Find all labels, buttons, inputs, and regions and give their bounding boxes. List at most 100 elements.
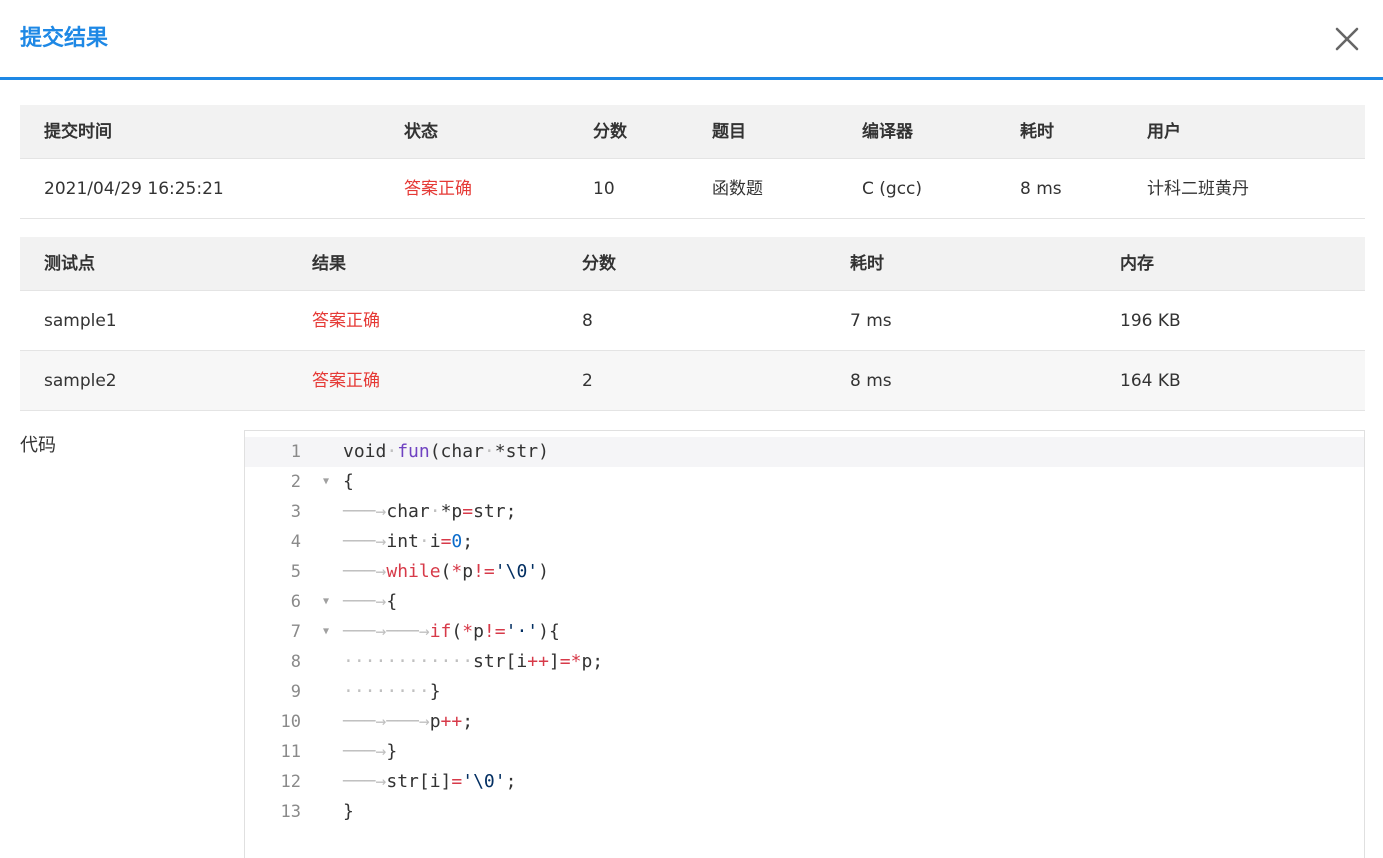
- summary-header-row: 提交时间 状态 分数 题目 编译器 耗时 用户: [20, 105, 1365, 159]
- code-token: '·': [505, 621, 539, 642]
- header-result: 结果: [312, 254, 346, 274]
- code-token: ;: [505, 771, 517, 792]
- code-editor[interactable]: 1 void·fun(char·*str) 2 ▼ {3 ───→char·*p=str;…: [244, 430, 1365, 858]
- test-point-name: sample2: [44, 371, 117, 391]
- code-text: ───→char·*p=str;: [343, 497, 516, 527]
- code-token: (char: [429, 441, 484, 462]
- dialog-title: 提交结果: [20, 26, 109, 51]
- fold-arrow-icon[interactable]: ▼: [321, 587, 331, 617]
- code-token: i: [429, 531, 441, 552]
- test-time: 8 ms: [850, 371, 892, 391]
- line-number: 11: [280, 742, 301, 762]
- test-score: 8: [582, 311, 593, 331]
- user-link[interactable]: 计科二班黄丹: [1147, 159, 1249, 219]
- code-line: 2 ▼ {: [245, 467, 1364, 497]
- whitespace-marker: ───→: [343, 501, 387, 522]
- code-text: ───→{: [343, 587, 397, 617]
- code-token: =: [462, 501, 474, 522]
- whitespace-marker: ───→───→: [343, 621, 430, 642]
- code-token: p: [473, 621, 484, 642]
- code-line: 10 ───→───→p++;: [245, 707, 1364, 737]
- whitespace-marker: ───→: [343, 591, 387, 612]
- code-token: str[i]: [386, 771, 452, 792]
- code-line: 13}: [245, 797, 1364, 827]
- test-score: 2: [582, 371, 593, 391]
- line-number: 13: [280, 802, 301, 822]
- fold-arrow-icon[interactable]: ▼: [321, 617, 331, 647]
- line-number: 10: [280, 712, 301, 732]
- test-result: 答案正确: [312, 311, 380, 331]
- line-number: 8: [290, 652, 301, 672]
- test-cases-table: 测试点 结果 分数 耗时 内存 sample1 答案正确 8 7 ms 196 …: [20, 237, 1365, 411]
- code-token: =*: [559, 651, 582, 672]
- line-number: 9: [290, 682, 301, 702]
- dialog-header: 提交结果: [0, 0, 1383, 80]
- whitespace-marker: ·: [429, 501, 441, 522]
- code-text: void·fun(char·*str): [343, 437, 549, 467]
- code-token: *: [451, 561, 463, 582]
- line-number: 1: [290, 442, 301, 462]
- test-time: 7 ms: [850, 311, 892, 331]
- code-line: 4 ───→int·i=0;: [245, 527, 1364, 557]
- code-token: }: [429, 681, 441, 702]
- code-line: 5 ───→while(*p!='\0'): [245, 557, 1364, 587]
- code-token: =: [440, 531, 452, 552]
- code-token: 0: [451, 531, 463, 552]
- code-token: if: [429, 621, 452, 642]
- header-test-score: 分数: [582, 254, 616, 274]
- code-text: ───→───→if(*p!='·'){: [343, 617, 560, 647]
- code-token: ){: [538, 621, 560, 642]
- summary-data-row: 2021/04/29 16:25:21 答案正确 10 函数题 C (gcc) …: [20, 159, 1365, 219]
- line-number: 5: [290, 562, 301, 582]
- code-token: str;: [473, 501, 517, 522]
- code-token: (: [440, 561, 452, 582]
- code-token: (: [451, 621, 463, 642]
- test-point-name: sample1: [44, 311, 117, 331]
- header-status: 状态: [404, 122, 438, 142]
- code-token: }: [386, 741, 398, 762]
- code-line: 1 void·fun(char·*str): [245, 437, 1364, 467]
- line-number: 4: [290, 532, 301, 552]
- test-memory: 164 KB: [1120, 371, 1181, 391]
- code-token: while: [386, 561, 441, 582]
- whitespace-marker: ·: [418, 531, 430, 552]
- header-compiler: 编译器: [862, 122, 913, 142]
- code-token: =: [451, 771, 463, 792]
- code-text: ───→str[i]='\0';: [343, 767, 516, 797]
- code-token: ++: [440, 711, 463, 732]
- code-token: {: [386, 591, 398, 612]
- code-line: 3 ───→char·*p=str;: [245, 497, 1364, 527]
- test-result: 答案正确: [312, 371, 380, 391]
- code-token: p;: [581, 651, 604, 672]
- code-token: '\0': [494, 561, 539, 582]
- code-token: *p: [440, 501, 463, 522]
- line-number: 2: [290, 472, 301, 492]
- code-text: ───→}: [343, 737, 397, 767]
- compiler: C (gcc): [862, 179, 923, 199]
- fold-arrow-icon[interactable]: ▼: [321, 467, 331, 497]
- code-token: '\0': [462, 771, 506, 792]
- close-icon[interactable]: [1330, 22, 1364, 56]
- code-token: *str): [494, 441, 549, 462]
- header-submit-time: 提交时间: [44, 122, 112, 142]
- line-number: 3: [290, 502, 301, 522]
- status-badge: 答案正确: [404, 179, 472, 199]
- whitespace-marker: ───→: [343, 741, 387, 762]
- code-token: ;: [462, 531, 474, 552]
- code-text: {: [343, 467, 354, 497]
- code-text: ───→while(*p!='\0'): [343, 557, 549, 587]
- code-text: ············str[i++]=*p;: [343, 647, 603, 677]
- header-test-time: 耗时: [850, 254, 884, 274]
- code-text: }: [343, 797, 354, 827]
- code-line: 11 ───→}: [245, 737, 1364, 767]
- header-problem: 题目: [712, 122, 746, 142]
- test-memory: 196 KB: [1120, 311, 1181, 331]
- whitespace-marker: ············: [343, 651, 474, 672]
- table-row: sample2 答案正确 2 8 ms 164 KB: [20, 351, 1365, 411]
- code-token: ]: [548, 651, 560, 672]
- whitespace-marker: ───→───→: [343, 711, 430, 732]
- header-time: 耗时: [1020, 122, 1054, 142]
- code-token: p: [429, 711, 441, 732]
- elapsed-time: 8 ms: [1020, 179, 1062, 199]
- code-token: ): [538, 561, 549, 582]
